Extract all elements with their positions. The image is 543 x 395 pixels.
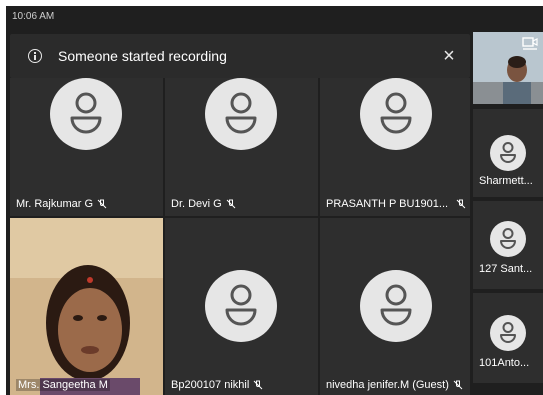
avatar: [50, 78, 122, 150]
participant-tile[interactable]: Mr. Rajkumar G: [10, 78, 163, 216]
avatar: [360, 78, 432, 150]
participant-name: PRASANTH P BU1901...: [326, 198, 449, 210]
person-icon: [500, 142, 516, 163]
notification-text: Someone started recording: [58, 48, 227, 64]
avatar: [490, 221, 526, 257]
participant-tile[interactable]: PRASANTH P BU1901...: [320, 78, 470, 216]
self-video-tile[interactable]: [473, 32, 543, 104]
sidebar-participant[interactable]: Sharmett...: [473, 109, 543, 197]
participant-name: Sharmett...: [479, 175, 533, 187]
person-icon: [500, 322, 516, 343]
participant-name: Dr. Devi G: [171, 198, 222, 210]
person-icon: [225, 284, 257, 326]
participant-name: 127 Sant...: [479, 263, 533, 275]
participant-name-row: Mrs. Sangeetha M: [16, 379, 110, 391]
mic-off-icon: [226, 199, 236, 209]
participant-tile[interactable]: Dr. Devi G: [165, 78, 318, 216]
participant-name-row: Dr. Devi G: [171, 198, 236, 210]
participant-name-row: nivedha jenifer.M (Guest): [326, 379, 463, 391]
sidebar-participant[interactable]: 101Anto...: [473, 293, 543, 383]
participant-name: nivedha jenifer.M (Guest): [326, 379, 449, 391]
participant-name-row: PRASANTH P BU1901...: [326, 198, 466, 210]
avatar: [360, 270, 432, 342]
participant-video: [10, 218, 163, 395]
meeting-window: 10:06 AM Mr. Rajkumar G Dr. Devi G PRASA…: [6, 6, 543, 395]
camera-share-icon[interactable]: [521, 36, 539, 52]
mic-off-icon: [456, 199, 466, 209]
participant-name: Mrs. Sangeetha M: [18, 379, 108, 391]
info-icon: [28, 49, 42, 63]
avatar: [490, 135, 526, 171]
person-icon: [70, 92, 102, 134]
participant-name-row: Mr. Rajkumar G: [16, 198, 107, 210]
participant-name: Mr. Rajkumar G: [16, 198, 94, 210]
person-icon: [500, 228, 516, 249]
participant-video-tile[interactable]: Mrs. Sangeetha M: [10, 218, 163, 395]
participant-name: Bp200107 nikhil: [171, 379, 250, 391]
person-icon: [225, 92, 257, 134]
avatar: [205, 78, 277, 150]
person-icon: [380, 284, 412, 326]
avatar: [490, 315, 526, 351]
sidebar-participant[interactable]: 127 Sant...: [473, 201, 543, 289]
avatar: [205, 270, 277, 342]
recording-notification: Someone started recording ×: [10, 34, 470, 78]
participant-name-row: Bp200107 nikhil: [171, 379, 263, 391]
participant-name: 101Anto...: [479, 357, 530, 369]
mic-off-icon: [253, 380, 263, 390]
mic-off-icon: [453, 380, 463, 390]
person-icon: [380, 92, 412, 134]
participant-tile[interactable]: Bp200107 nikhil: [165, 218, 318, 395]
status-time: 10:06 AM: [12, 11, 55, 22]
mic-off-icon: [97, 199, 107, 209]
close-icon[interactable]: ×: [434, 41, 464, 71]
participant-tile[interactable]: nivedha jenifer.M (Guest): [320, 218, 470, 395]
